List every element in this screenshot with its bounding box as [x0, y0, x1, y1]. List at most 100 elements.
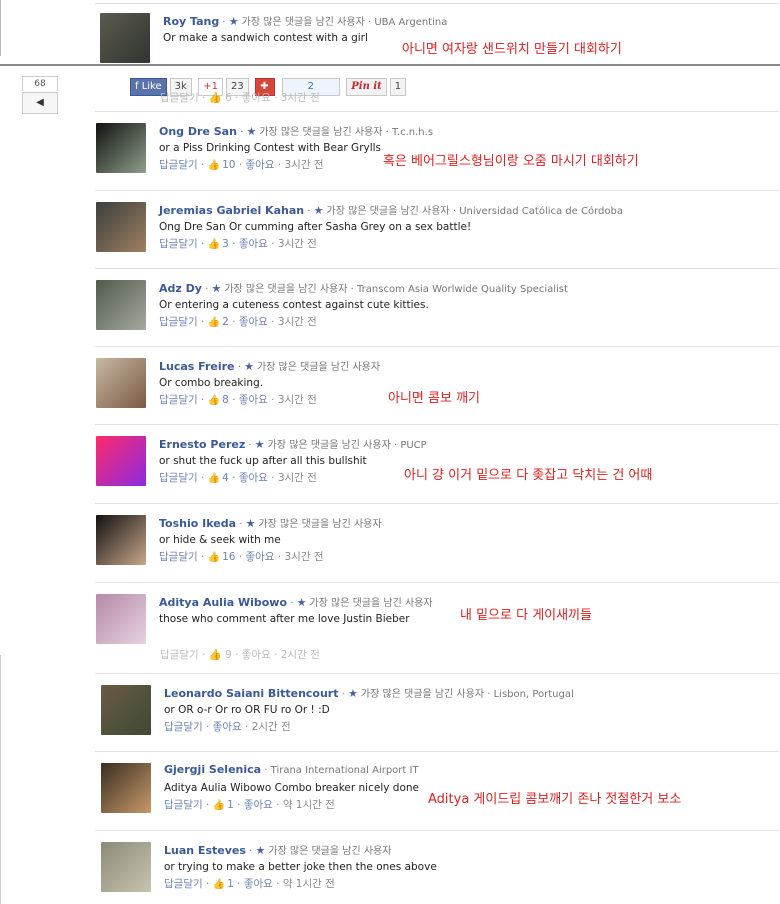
- avatar[interactable]: [96, 202, 146, 252]
- reply-link[interactable]: 답글달기: [159, 238, 198, 250]
- comment-timestamp[interactable]: 3시간 전: [278, 316, 317, 328]
- pin-it-button[interactable]: Pin it: [346, 78, 387, 96]
- avatar[interactable]: [101, 685, 151, 735]
- star-icon: ★: [255, 844, 266, 857]
- action-separator: ·: [233, 878, 244, 890]
- author-name[interactable]: Toshio Ikeda: [159, 517, 236, 530]
- author-affiliation[interactable]: Transcom Asia Worlwide Quality Specialis…: [357, 284, 568, 295]
- like-link[interactable]: 좋아요: [239, 238, 268, 250]
- comment-timestamp[interactable]: 2시간 전: [252, 721, 291, 733]
- author-affiliation[interactable]: T.c.n.h.s: [392, 127, 433, 138]
- action-separator: ·: [197, 238, 208, 250]
- comment-timestamp[interactable]: 약 1시간 전: [283, 799, 335, 811]
- comment-header: Lucas Freire · ★ 가장 많은 댓글을 남긴 사용자: [159, 358, 380, 374]
- thumbs-up-icon: 👍: [207, 160, 221, 171]
- share-side-back-button[interactable]: ◀: [22, 92, 58, 114]
- avatar[interactable]: [100, 13, 150, 63]
- comment-actions: 답글달기 · 👍 8 · 좋아요 · 3시간 전: [159, 392, 380, 408]
- comment-timestamp[interactable]: 3시간 전: [285, 159, 324, 171]
- reply-link[interactable]: 답글달기: [159, 316, 198, 328]
- author-name[interactable]: Ong Dre San: [159, 125, 237, 138]
- avatar[interactable]: [101, 842, 151, 892]
- reply-link[interactable]: 답글달기: [164, 721, 203, 733]
- star-icon: ★: [228, 15, 239, 28]
- comment-timestamp[interactable]: 약 1시간 전: [283, 878, 335, 890]
- comment-body: Adz Dy · ★ 가장 많은 댓글을 남긴 사용자 · Transcom As…: [159, 280, 568, 330]
- meta-separator: ·: [347, 284, 358, 295]
- comment-text: Aditya Aulia Wibowo Combo breaker nicely…: [164, 782, 419, 794]
- author-name[interactable]: Roy Tang: [163, 15, 219, 28]
- avatar[interactable]: [101, 763, 151, 813]
- author-name[interactable]: Adz Dy: [159, 282, 202, 295]
- author-name[interactable]: Luan Esteves: [164, 844, 246, 857]
- author-affiliation[interactable]: PUCP: [400, 440, 426, 451]
- comment-actions: 답글달기 · 👍 4 · 좋아요 · 3시간 전: [159, 470, 427, 486]
- like-link[interactable]: 좋아요: [213, 721, 242, 733]
- like-count: 2: [222, 316, 229, 328]
- action-separator: ·: [197, 551, 208, 563]
- meta-separator: ·: [449, 206, 460, 217]
- top-commenter-badge: 가장 많은 댓글을 남긴 사용자: [360, 689, 485, 700]
- reply-link[interactable]: 답글달기: [164, 878, 203, 890]
- avatar[interactable]: [96, 358, 146, 408]
- meta-separator: ·: [338, 689, 349, 700]
- thumbs-up-icon: 👍: [212, 879, 226, 890]
- reply-link[interactable]: 답글달기: [159, 159, 198, 171]
- action-separator: ·: [267, 472, 278, 484]
- author-name[interactable]: Leonardo Saiani Bittencourt: [164, 687, 339, 700]
- comment-actions: 답글달기 · 👍 3 · 좋아요 · 3시간 전: [159, 236, 623, 252]
- author-name[interactable]: Ernesto Perez: [159, 438, 245, 451]
- author-affiliation[interactable]: Tirana International Airport IT: [271, 765, 419, 776]
- partial-action-row: 답글달기 · 👍 6 · 좋아요 · 3시간 전: [160, 92, 320, 104]
- comment-timestamp[interactable]: 3시간 전: [278, 394, 317, 406]
- top-commenter-badge: 가장 많은 댓글을 남긴 사용자: [256, 362, 381, 373]
- comment-timestamp[interactable]: 3시간 전: [278, 238, 317, 250]
- meta-separator: ·: [484, 689, 494, 700]
- comment-header: Toshio Ikeda · ★ 가장 많은 댓글을 남긴 사용자: [159, 515, 382, 531]
- star-icon: ★: [211, 282, 222, 295]
- avatar[interactable]: [96, 280, 146, 330]
- avatar[interactable]: [96, 515, 146, 565]
- like-link[interactable]: 좋아요: [239, 394, 268, 406]
- top-commenter-badge: 가장 많은 댓글을 남긴 사용자: [267, 440, 391, 451]
- author-name[interactable]: Gjergji Selenica: [164, 763, 261, 776]
- avatar[interactable]: [96, 436, 146, 486]
- comment-actions: 답글달기 · 좋아요 · 2시간 전: [164, 719, 574, 735]
- like-link[interactable]: 좋아요: [239, 316, 268, 328]
- comment-timestamp[interactable]: 3시간 전: [285, 551, 324, 563]
- comment-actions: 답글달기 · 👍 1 · 좋아요 · 약 1시간 전: [164, 797, 419, 813]
- author-name[interactable]: Lucas Freire: [159, 360, 235, 373]
- action-separator: ·: [235, 159, 246, 171]
- thumbs-up-icon: 👍: [207, 473, 221, 484]
- action-separator: ·: [272, 878, 283, 890]
- action-separator: ·: [267, 394, 278, 406]
- comment-header: Leonardo Saiani Bittencourt · ★ 가장 많은 댓글을…: [164, 685, 574, 701]
- action-separator: ·: [197, 394, 208, 406]
- author-affiliation[interactable]: Lisbon, Portugal: [494, 689, 574, 700]
- reply-link[interactable]: 답글달기: [159, 472, 198, 484]
- translation-note: 내 밑으로 다 게이새끼들: [460, 608, 592, 623]
- author-affiliation[interactable]: UBA Argentina: [374, 17, 447, 28]
- like-link[interactable]: 좋아요: [244, 878, 273, 890]
- avatar[interactable]: [96, 123, 146, 173]
- reply-link[interactable]: 답글달기: [159, 551, 198, 563]
- like-link[interactable]: 좋아요: [239, 472, 268, 484]
- author-name[interactable]: Aditya Aulia Wibowo: [159, 596, 287, 609]
- author-affiliation[interactable]: Universidad Católica de Córdoba: [459, 206, 623, 217]
- author-name[interactable]: Jeremias Gabriel Kahan: [159, 204, 304, 217]
- comment-timestamp[interactable]: 3시간 전: [278, 472, 317, 484]
- avatar[interactable]: [96, 594, 146, 644]
- like-link[interactable]: 좋아요: [246, 159, 275, 171]
- action-separator: ·: [267, 316, 278, 328]
- like-count: 4: [222, 472, 229, 484]
- reply-link[interactable]: 답글달기: [159, 394, 198, 406]
- like-link[interactable]: 좋아요: [246, 551, 275, 563]
- top-commenter-badge: 가장 많은 댓글을 남긴 사용자: [258, 519, 382, 530]
- action-separator: ·: [235, 551, 246, 563]
- comment-body: Leonardo Saiani Bittencourt · ★ 가장 많은 댓글을…: [164, 685, 574, 735]
- reply-link[interactable]: 답글달기: [164, 799, 203, 811]
- top-commenter-badge: 가장 많은 댓글을 남긴 사용자: [224, 284, 348, 295]
- like-link[interactable]: 좋아요: [244, 799, 273, 811]
- meta-separator: ·: [364, 17, 375, 28]
- top-commenter-badge: 가장 많은 댓글을 남긴 사용자: [268, 846, 392, 857]
